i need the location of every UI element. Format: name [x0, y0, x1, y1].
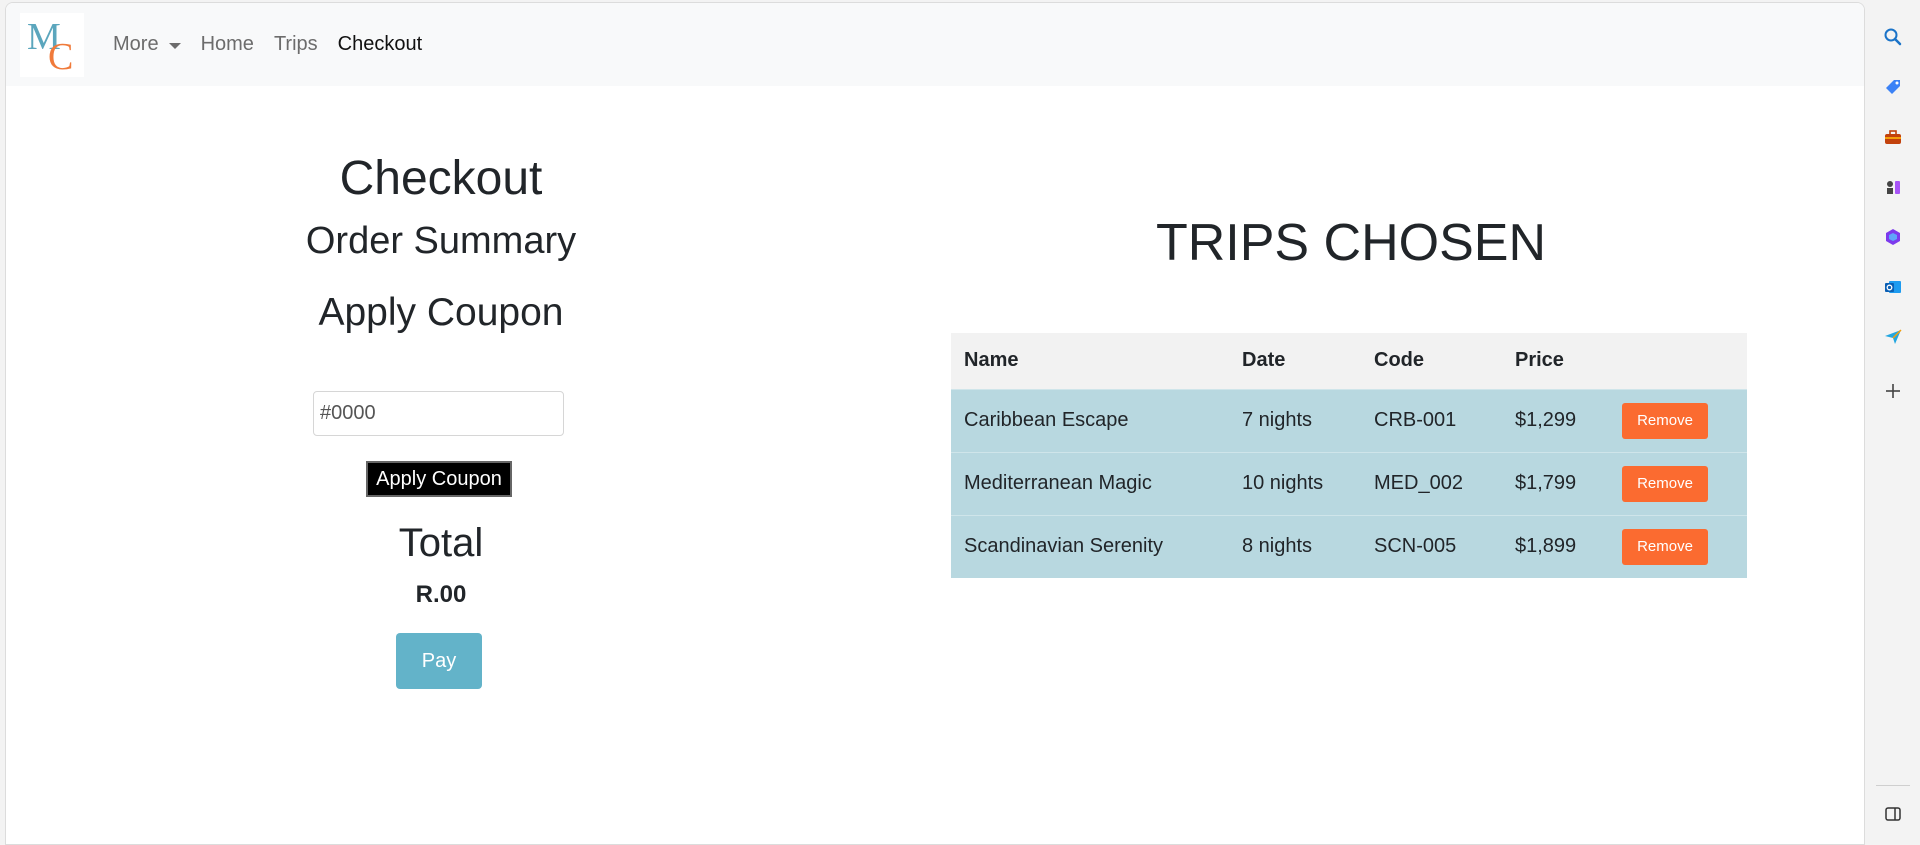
remove-button[interactable]: Remove [1622, 465, 1708, 502]
tag-icon[interactable] [1882, 76, 1904, 98]
sidebar-toggle-icon[interactable] [1882, 803, 1904, 825]
nav-home[interactable]: Home [201, 33, 254, 56]
trip-name: Caribbean Escape [951, 388, 1229, 452]
total-value: R.00 [415, 581, 467, 608]
trip-name: Scandinavian Serenity [951, 514, 1229, 578]
nav-more-dropdown[interactable]: More [113, 33, 181, 56]
logo-letter-c: C [48, 36, 74, 78]
coupon-input[interactable] [313, 391, 564, 436]
table-row: Scandinavian Serenity 8 nights SCN-005 $… [951, 514, 1747, 578]
column-header-code: Code [1361, 333, 1502, 389]
column-header-date: Date [1229, 333, 1361, 389]
page-title: Checkout [339, 152, 543, 205]
remove-button[interactable]: Remove [1622, 402, 1708, 439]
trip-code: SCN-005 [1361, 514, 1502, 578]
trips-table: Name Date Code Price Caribbean Escape 7 … [951, 333, 1747, 578]
send-icon[interactable] [1882, 326, 1904, 348]
column-header-price: Price [1502, 333, 1609, 389]
trip-price: $1,299 [1502, 388, 1609, 452]
trip-action-cell: Remove [1609, 451, 1747, 515]
search-icon[interactable] [1882, 26, 1904, 48]
table-header-row: Name Date Code Price [951, 333, 1747, 389]
nav-more-label: More [113, 33, 159, 55]
remove-button[interactable]: Remove [1622, 528, 1708, 565]
trip-name: Mediterranean Magic [951, 451, 1229, 515]
nav-checkout[interactable]: Checkout [338, 33, 423, 56]
outlook-icon[interactable] [1882, 276, 1904, 298]
add-icon[interactable] [1882, 380, 1904, 402]
pay-button[interactable]: Pay [396, 633, 482, 689]
table-row: Caribbean Escape 7 nights CRB-001 $1,299… [951, 388, 1747, 452]
copilot-icon[interactable] [1882, 226, 1904, 248]
navbar: M C More Home Trips Checkout [6, 3, 1864, 86]
apply-coupon-button[interactable]: Apply Coupon [366, 461, 512, 497]
toolbox-icon[interactable] [1882, 126, 1904, 148]
column-header-name: Name [951, 333, 1229, 389]
trip-date: 7 nights [1229, 388, 1361, 452]
nav-trips[interactable]: Trips [274, 33, 318, 56]
chess-icon[interactable] [1882, 176, 1904, 198]
caret-down-icon [168, 42, 181, 49]
trip-date: 10 nights [1229, 451, 1361, 515]
apply-coupon-heading: Apply Coupon [318, 291, 564, 334]
trip-date: 8 nights [1229, 514, 1361, 578]
browser-viewport: M C More Home Trips Checkout Checkout Or… [5, 2, 1865, 845]
trip-price: $1,899 [1502, 514, 1609, 578]
trip-code: MED_002 [1361, 451, 1502, 515]
total-heading: Total [398, 521, 484, 565]
table-row: Mediterranean Magic 10 nights MED_002 $1… [951, 451, 1747, 515]
nav-links: More Home Trips Checkout [113, 33, 442, 56]
trip-price: $1,799 [1502, 451, 1609, 515]
column-header-action [1609, 333, 1747, 389]
site-logo[interactable]: M C [20, 13, 84, 78]
trip-code: CRB-001 [1361, 388, 1502, 452]
trip-action-cell: Remove [1609, 388, 1747, 452]
trips-chosen-title: TRIPS CHOSEN [1155, 214, 1547, 272]
order-summary-heading: Order Summary [305, 220, 577, 262]
sidebar-divider [1876, 785, 1910, 786]
browser-sidebar [1866, 0, 1920, 845]
trip-action-cell: Remove [1609, 514, 1747, 578]
